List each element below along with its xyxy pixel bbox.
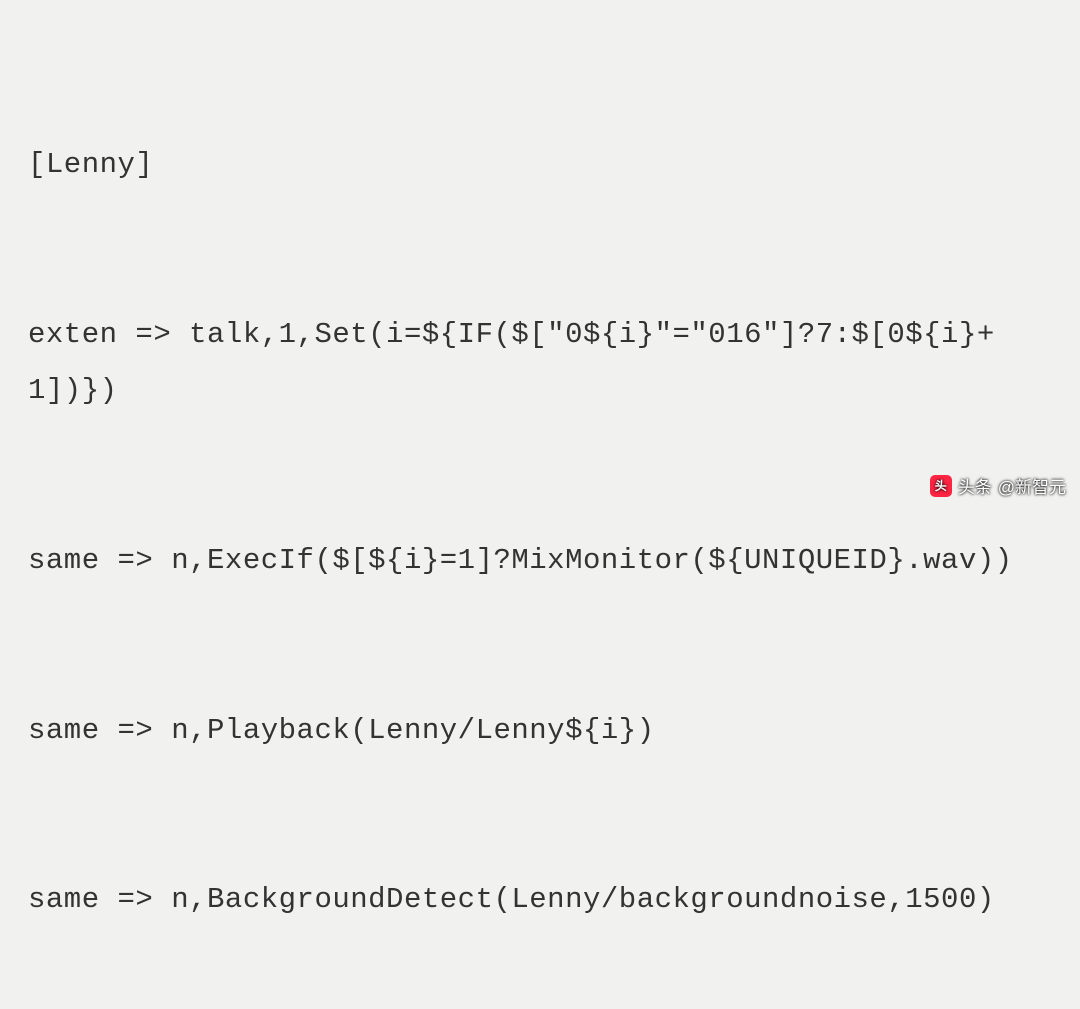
code-block: [Lenny] exten => talk,1,Set(i=${IF($["0$… — [0, 0, 1080, 1009]
watermark-at: @新智元 — [998, 473, 1066, 498]
code-line: same => n,Playback(Lenny/Lenny${i}) — [28, 703, 1052, 760]
code-line: [Lenny] — [28, 137, 1052, 194]
code-line: exten => talk,1,Set(i=${IF($["0${i}"="01… — [28, 307, 1052, 420]
toutiao-icon: 头 — [930, 475, 952, 497]
code-line: same => n,ExecIf($[${i}=1]?MixMonitor(${… — [28, 533, 1052, 590]
watermark: 头 头条 @新智元 — [930, 473, 1066, 498]
watermark-prefix: 头条 — [958, 473, 992, 498]
code-line: same => n,BackgroundDetect(Lenny/backgro… — [28, 872, 1052, 929]
